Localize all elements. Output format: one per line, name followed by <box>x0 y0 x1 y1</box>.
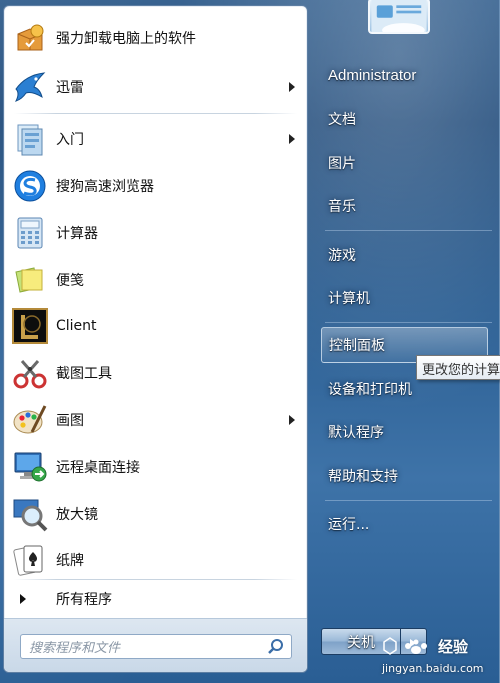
music-link[interactable]: 音乐 <box>317 185 500 229</box>
program-label: 强力卸载电脑上的软件 <box>56 31 196 47</box>
snipping-tool-icon <box>13 360 47 389</box>
games-link[interactable]: 游戏 <box>317 233 500 277</box>
program-list: 强力卸载电脑上的软件 迅雷 入门 搜狗高速浏览器 计算器 便笺 Client 截… <box>4 12 307 584</box>
thunder-bird-icon <box>15 72 46 103</box>
program-label: 入门 <box>56 132 84 149</box>
search-area: 搜索程序和文件 <box>4 618 307 672</box>
user-folder-link[interactable]: Administrator <box>317 54 500 98</box>
run-link[interactable]: 运行... <box>317 503 500 547</box>
paint-icon <box>13 405 47 434</box>
pictures-link[interactable]: 图片 <box>317 141 500 185</box>
getting-started-icon <box>17 124 43 156</box>
sogou-browser-icon <box>14 170 46 202</box>
program-label: 远程桌面连接 <box>56 459 140 476</box>
divider <box>14 112 297 114</box>
program-item-remote-desktop[interactable]: 远程桌面连接 <box>4 443 307 490</box>
program-item-sogou-browser[interactable]: 搜狗高速浏览器 <box>4 163 307 210</box>
submenu-arrow-icon[interactable] <box>289 414 295 425</box>
divider <box>325 230 492 231</box>
program-label: 便笺 <box>56 272 84 289</box>
program-label: 搜狗高速浏览器 <box>56 178 154 195</box>
search-icon[interactable] <box>267 638 285 656</box>
expand-arrow-icon <box>20 594 26 604</box>
program-item-snipping-tool[interactable]: 截图工具 <box>4 350 307 397</box>
user-picture-icon[interactable] <box>368 0 430 34</box>
all-programs-label: 所有程序 <box>56 592 112 608</box>
program-item-sticky-notes[interactable]: 便笺 <box>4 256 307 303</box>
default-programs-link[interactable]: 默认程序 <box>317 411 500 455</box>
magnifier-icon <box>13 499 48 531</box>
program-item-calculator[interactable]: 计算器 <box>4 209 307 256</box>
right-pane: Administrator 文档 图片 音乐 游戏 计算机 控制面板 设备和打印… <box>317 54 500 546</box>
computer-link[interactable]: 计算机 <box>317 277 500 321</box>
program-label: Client <box>56 318 97 335</box>
program-item-xunlei[interactable]: 迅雷 <box>4 64 307 111</box>
uninstall-box-icon <box>17 24 44 51</box>
program-item-paint[interactable]: 画图 <box>4 397 307 444</box>
submenu-arrow-icon[interactable] <box>289 82 295 93</box>
all-programs-item[interactable]: 所有程序 <box>4 580 307 618</box>
help-support-link[interactable]: 帮助和支持 <box>317 454 500 498</box>
program-item-getting-started[interactable]: 入门 <box>4 116 307 163</box>
program-label: 画图 <box>56 412 84 429</box>
lol-client-icon <box>12 308 48 345</box>
watermark-brand: 经验 <box>438 638 469 656</box>
program-label: 截图工具 <box>56 366 112 383</box>
remote-desktop-icon <box>14 452 47 482</box>
calculator-icon <box>17 217 43 249</box>
program-label: 计算器 <box>56 225 98 242</box>
watermark-url: jingyan.baidu.com <box>382 662 484 675</box>
program-item-client[interactable]: Client <box>4 303 307 350</box>
program-item-uninstaller[interactable]: 强力卸载电脑上的软件 <box>4 12 307 64</box>
control-panel-tooltip: 更改您的计算 <box>416 355 500 380</box>
program-label: 迅雷 <box>56 80 84 97</box>
program-label: 放大镜 <box>56 506 98 523</box>
programs-panel: 强力卸载电脑上的软件 迅雷 入门 搜狗高速浏览器 计算器 便笺 Client 截… <box>3 5 308 673</box>
baidu-logo-icon <box>383 637 427 655</box>
program-label: 纸牌 <box>56 553 84 570</box>
search-placeholder: 搜索程序和文件 <box>29 641 121 656</box>
program-item-solitaire[interactable]: 纸牌 <box>4 537 307 584</box>
divider <box>325 499 492 501</box>
program-item-magnifier[interactable]: 放大镜 <box>4 490 307 537</box>
submenu-arrow-icon[interactable] <box>289 134 295 145</box>
divider <box>325 322 492 323</box>
sticky-notes-icon <box>15 266 43 293</box>
documents-link[interactable]: 文档 <box>317 98 500 142</box>
solitaire-icon <box>13 545 43 577</box>
search-input[interactable]: 搜索程序和文件 <box>20 634 292 659</box>
baidu-watermark: 经验 jingyan.baidu.com <box>380 634 500 680</box>
